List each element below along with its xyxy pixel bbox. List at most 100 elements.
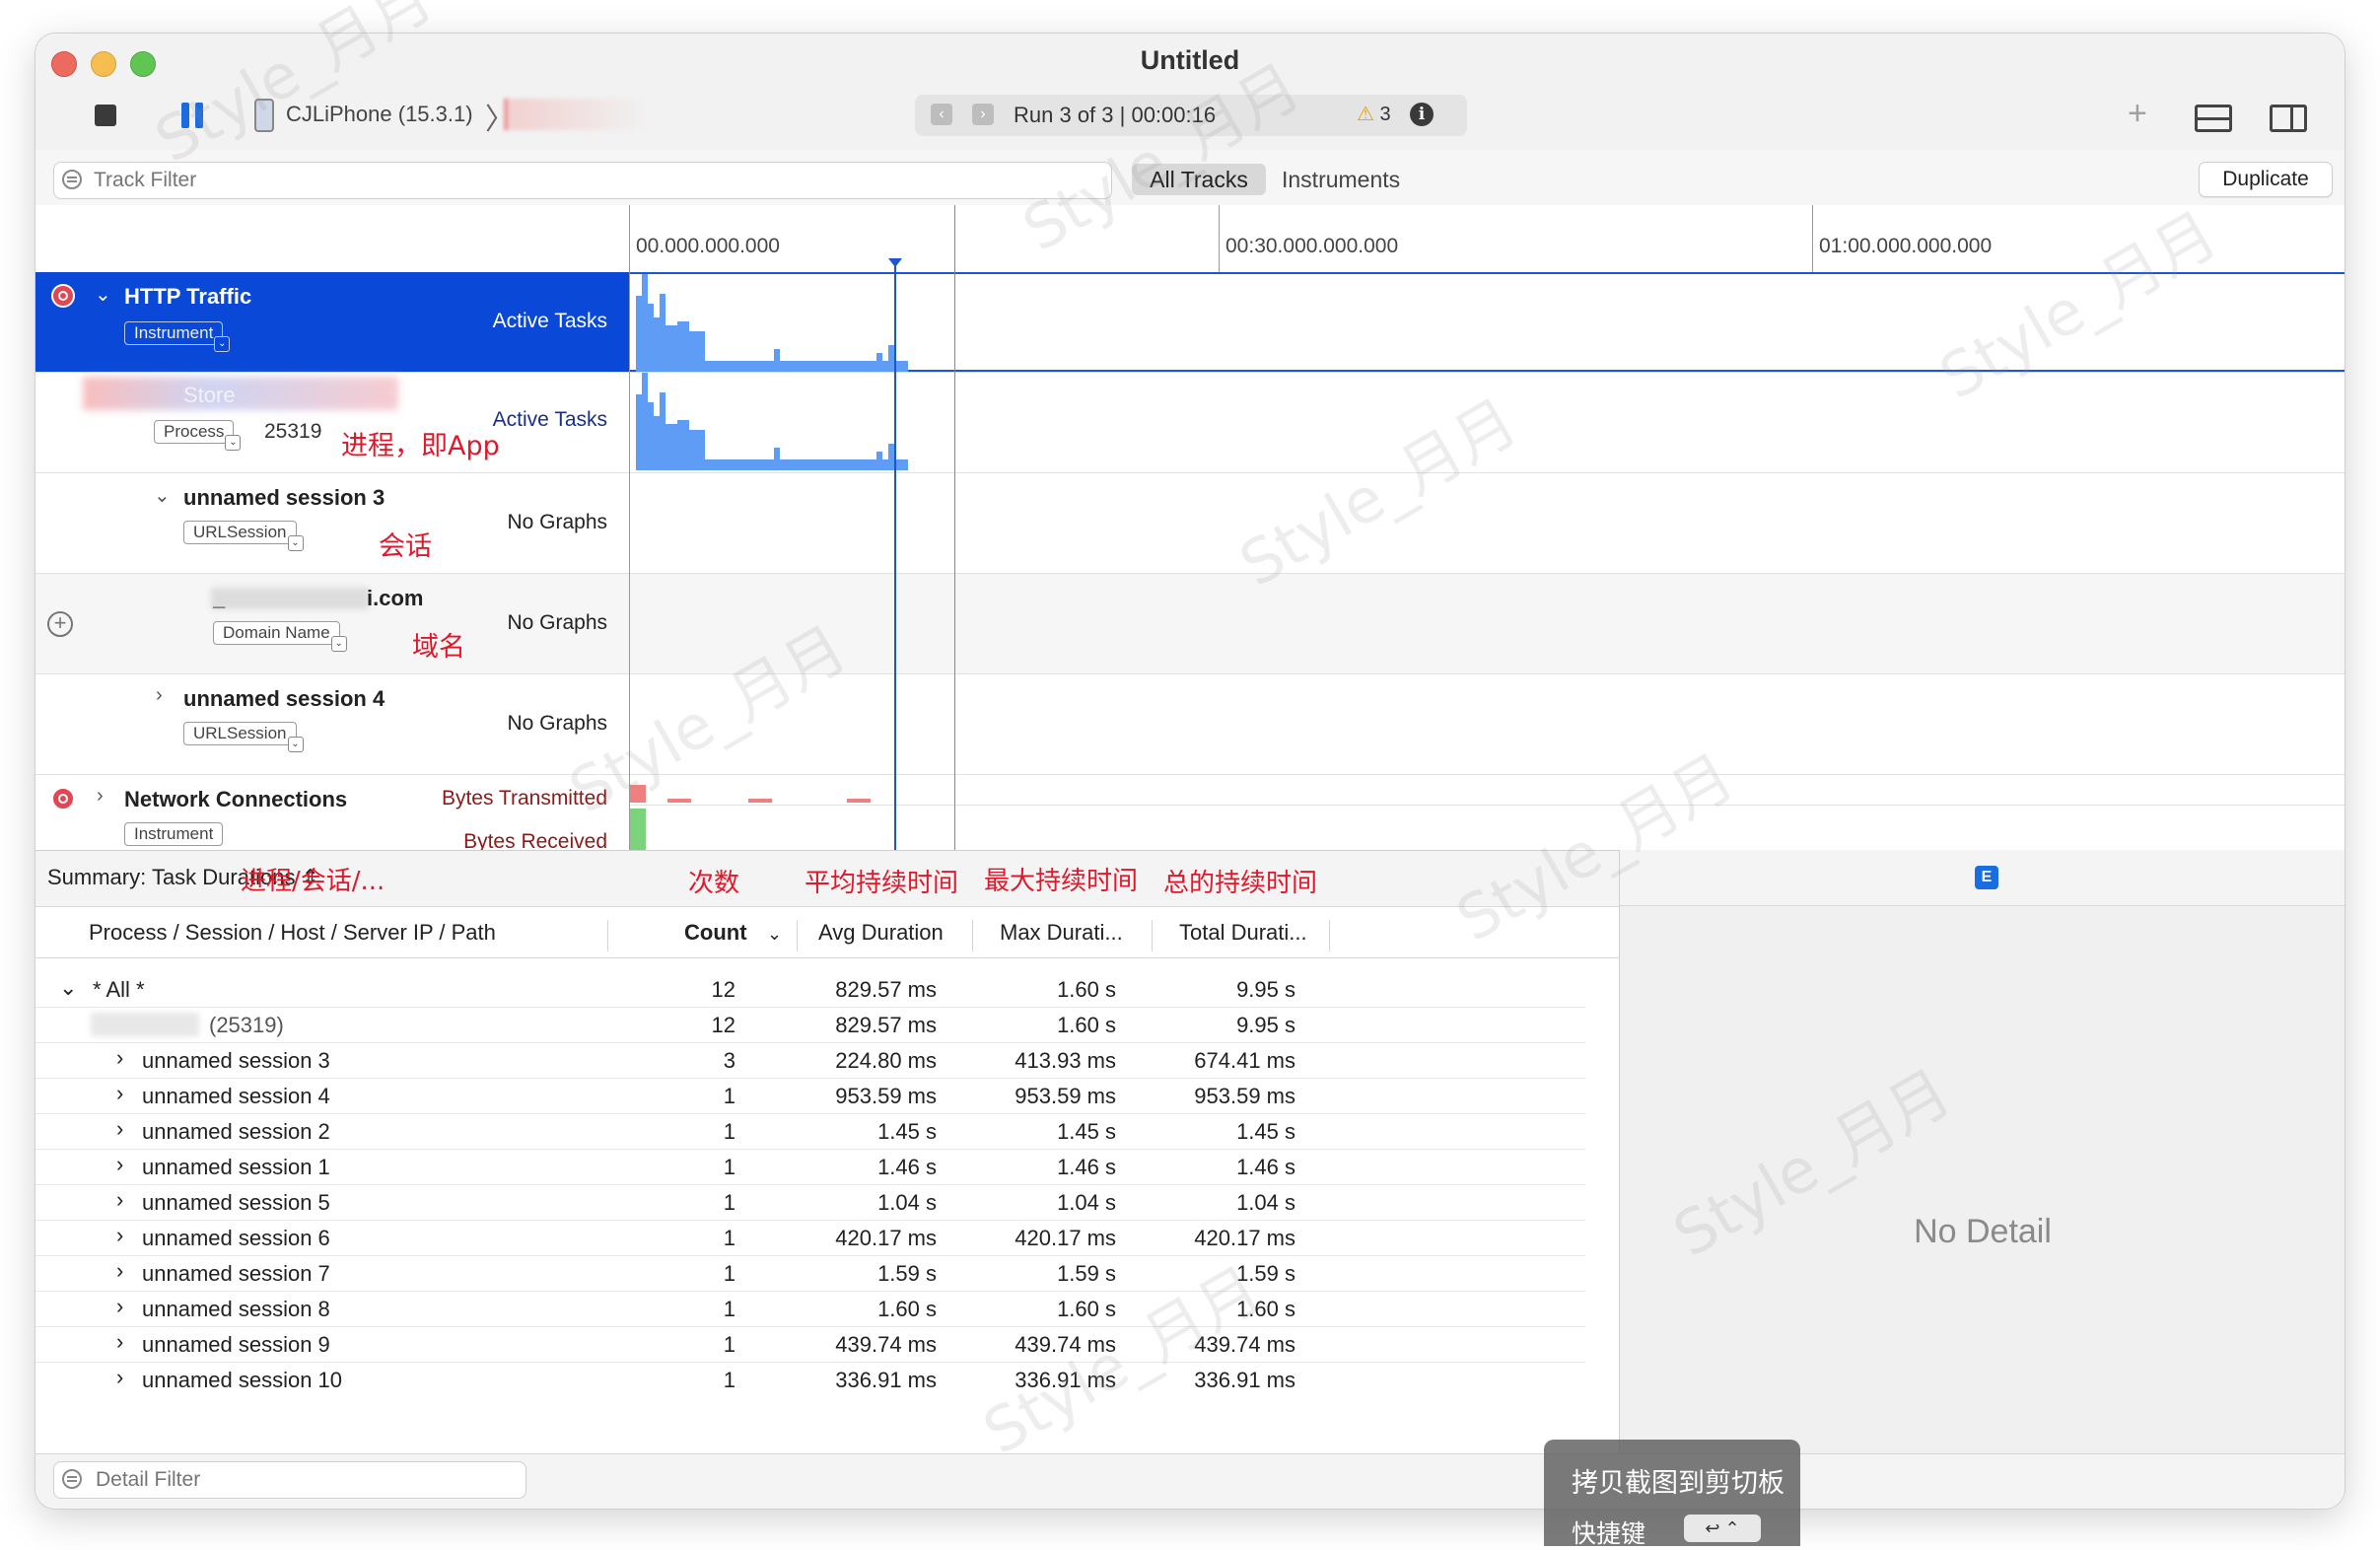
- previous-run-button[interactable]: ‹: [931, 104, 952, 125]
- graph-type-label[interactable]: Active Tasks: [493, 310, 607, 333]
- track-header[interactable]: › Network Connections Instrument Bytes T…: [35, 775, 629, 853]
- chevron-right-icon[interactable]: ›: [97, 785, 104, 808]
- track-graph[interactable]: [630, 473, 2345, 573]
- table-row[interactable]: › unnamed session 3 3 224.80 ms 413.93 m…: [35, 1042, 1585, 1079]
- next-run-button[interactable]: ›: [972, 104, 994, 125]
- track-row-http-traffic[interactable]: ⌄ HTTP Traffic Instrument ⌄ Active Tasks: [35, 272, 2345, 373]
- graph-type-label[interactable]: Bytes Transmitted: [442, 787, 607, 810]
- table-row[interactable]: › unnamed session 1 1 1.46 s 1.46 s 1.46…: [35, 1149, 1585, 1185]
- track-graph[interactable]: [630, 373, 2345, 472]
- info-icon[interactable]: i: [1410, 103, 1434, 126]
- track-type-tag[interactable]: Domain Name ⌄: [213, 621, 347, 652]
- toast-shortcut-key[interactable]: ↩ ⌃: [1684, 1515, 1761, 1542]
- graph-type-label[interactable]: No Graphs: [507, 611, 607, 635]
- add-track-icon[interactable]: +: [47, 611, 73, 637]
- track-type-tag[interactable]: URLSession ⌄: [183, 521, 304, 551]
- graph-type-label[interactable]: Active Tasks: [493, 408, 607, 432]
- column-count[interactable]: Count: [684, 920, 747, 946]
- table-row[interactable]: › unnamed session 7 1 1.59 s 1.59 s 1.59…: [35, 1255, 1585, 1292]
- duplicate-button[interactable]: Duplicate: [2199, 162, 2333, 197]
- table-row[interactable]: ⌄ * All * 12 829.57 ms 1.60 s 9.95 s: [35, 971, 1585, 1008]
- track-header[interactable]: › unnamed session 4 URLSession ⌄ No Graph…: [35, 674, 629, 774]
- table-row[interactable]: › unnamed session 10 1 336.91 ms 336.91 …: [35, 1362, 1585, 1397]
- chevron-right-icon[interactable]: ›: [116, 1294, 123, 1319]
- playhead[interactable]: [888, 258, 902, 850]
- stop-recording-button[interactable]: [95, 105, 116, 126]
- track-row-session-4[interactable]: › unnamed session 4 URLSession ⌄ No Graph…: [35, 674, 2345, 775]
- sort-descending-icon[interactable]: ⌄: [767, 924, 782, 945]
- track-graph[interactable]: [630, 574, 2345, 673]
- track-header[interactable]: ⌄ HTTP Traffic Instrument ⌄ Active Tasks: [35, 272, 629, 372]
- graph-type-label[interactable]: No Graphs: [507, 511, 607, 534]
- chevron-down-icon[interactable]: ⌄: [287, 535, 304, 551]
- chevron-down-icon[interactable]: ⌄: [287, 737, 304, 752]
- column-path[interactable]: Process / Session / Host / Server IP / P…: [89, 920, 496, 946]
- table-row[interactable]: › unnamed session 8 1 1.60 s 1.60 s 1.60…: [35, 1291, 1585, 1327]
- tab-instruments[interactable]: Instruments: [1282, 164, 1400, 195]
- chevron-right-icon[interactable]: ›: [116, 1223, 123, 1248]
- chevron-down-icon[interactable]: ⌄: [59, 975, 77, 1001]
- track-type-tag[interactable]: Instrument ⌄: [124, 321, 231, 352]
- column-max[interactable]: Max Durati...: [1000, 920, 1123, 946]
- chevron-right-icon[interactable]: ›: [116, 1187, 123, 1213]
- column-separator[interactable]: [972, 920, 973, 951]
- column-separator[interactable]: [1152, 920, 1153, 951]
- chevron-down-icon[interactable]: ⌄: [214, 336, 231, 352]
- instrument-record-icon[interactable]: [51, 787, 75, 810]
- tab-all-tracks[interactable]: All Tracks: [1132, 164, 1266, 195]
- track-divider[interactable]: [629, 205, 630, 850]
- track-row-process[interactable]: Store Process ⌄ 25319 进程，即App Active Task…: [35, 373, 2345, 473]
- chevron-down-icon[interactable]: ⌄: [154, 483, 171, 508]
- column-total[interactable]: Total Durati...: [1179, 920, 1307, 946]
- chevron-right-icon[interactable]: ›: [116, 1365, 123, 1390]
- track-filter-input[interactable]: [92, 167, 1082, 194]
- table-row[interactable]: › unnamed session 9 1 439.74 ms 439.74 m…: [35, 1326, 1585, 1363]
- toggle-inspector-button[interactable]: [2270, 105, 2307, 132]
- chevron-right-icon[interactable]: ›: [156, 684, 163, 707]
- track-graph[interactable]: [630, 272, 2345, 372]
- chevron-right-icon[interactable]: ›: [116, 1116, 123, 1142]
- table-row[interactable]: (25319) 12 829.57 ms 1.60 s 9.95 s: [35, 1007, 1585, 1043]
- track-row-session-3[interactable]: ⌄ unnamed session 3 URLSession ⌄ 会话 No Gr…: [35, 473, 2345, 574]
- track-type-tag[interactable]: Process ⌄: [154, 420, 242, 451]
- pause-recording-button[interactable]: [181, 103, 205, 128]
- column-separator[interactable]: [1329, 920, 1330, 951]
- toggle-bottom-panel-button[interactable]: [2195, 105, 2232, 132]
- screenshot-toast[interactable]: 拷贝截图到剪切板 快捷键 ↩ ⌃: [1544, 1440, 1800, 1548]
- track-type-tag[interactable]: URLSession ⌄: [183, 722, 304, 752]
- warnings-indicator[interactable]: ⚠ 3: [1357, 102, 1391, 126]
- chevron-down-icon[interactable]: ⌄: [95, 282, 111, 307]
- chevron-right-icon[interactable]: ›: [116, 1152, 123, 1177]
- column-avg[interactable]: Avg Duration: [818, 920, 944, 946]
- track-row-network-connections[interactable]: › Network Connections Instrument Bytes T…: [35, 775, 2345, 853]
- column-separator[interactable]: [797, 920, 798, 951]
- chevron-right-icon[interactable]: ›: [116, 1045, 123, 1071]
- chevron-down-icon[interactable]: ⌄: [330, 636, 347, 652]
- track-header[interactable]: ⌄ unnamed session 3 URLSession ⌄ 会话 No Gr…: [35, 473, 629, 573]
- track-header[interactable]: + _ i.com Domain Name ⌄ 域名 No Graphs: [35, 574, 629, 673]
- track-graph[interactable]: [630, 775, 2345, 850]
- table-row[interactable]: › unnamed session 4 1 953.59 ms 953.59 m…: [35, 1078, 1585, 1114]
- table-row[interactable]: › unnamed session 6 1 420.17 ms 420.17 m…: [35, 1220, 1585, 1256]
- redacted-target-app[interactable]: [505, 99, 645, 130]
- track-row-domain[interactable]: + _ i.com Domain Name ⌄ 域名 No Graphs: [35, 574, 2345, 674]
- chevron-down-icon[interactable]: ⌄: [225, 435, 242, 451]
- device-selector[interactable]: CJLiPhone (15.3.1): [286, 102, 473, 127]
- track-filter-field[interactable]: [53, 162, 1112, 199]
- track-graph[interactable]: [630, 674, 2345, 774]
- extended-detail-button[interactable]: E: [1975, 866, 1998, 889]
- instrument-record-icon[interactable]: [51, 284, 75, 308]
- detail-filter-field[interactable]: [53, 1461, 526, 1499]
- chevron-right-icon[interactable]: ›: [116, 1081, 123, 1106]
- track-header[interactable]: Store Process ⌄ 25319 进程，即App Active Task…: [35, 373, 629, 472]
- track-type-tag[interactable]: Instrument: [124, 822, 224, 846]
- detail-filter-input[interactable]: [94, 1466, 512, 1494]
- time-ruler[interactable]: 00.000.000.000 00:30.000.000.000 01:00.0…: [35, 205, 2345, 273]
- chevron-right-icon[interactable]: ›: [116, 1258, 123, 1284]
- table-row[interactable]: › unnamed session 5 1 1.04 s 1.04 s 1.04…: [35, 1184, 1585, 1221]
- chevron-right-icon[interactable]: ›: [116, 1329, 123, 1355]
- add-instrument-button[interactable]: +: [2128, 95, 2147, 133]
- table-row[interactable]: › unnamed session 2 1 1.45 s 1.45 s 1.45…: [35, 1113, 1585, 1150]
- graph-type-label[interactable]: No Graphs: [507, 712, 607, 736]
- column-separator[interactable]: [607, 920, 608, 951]
